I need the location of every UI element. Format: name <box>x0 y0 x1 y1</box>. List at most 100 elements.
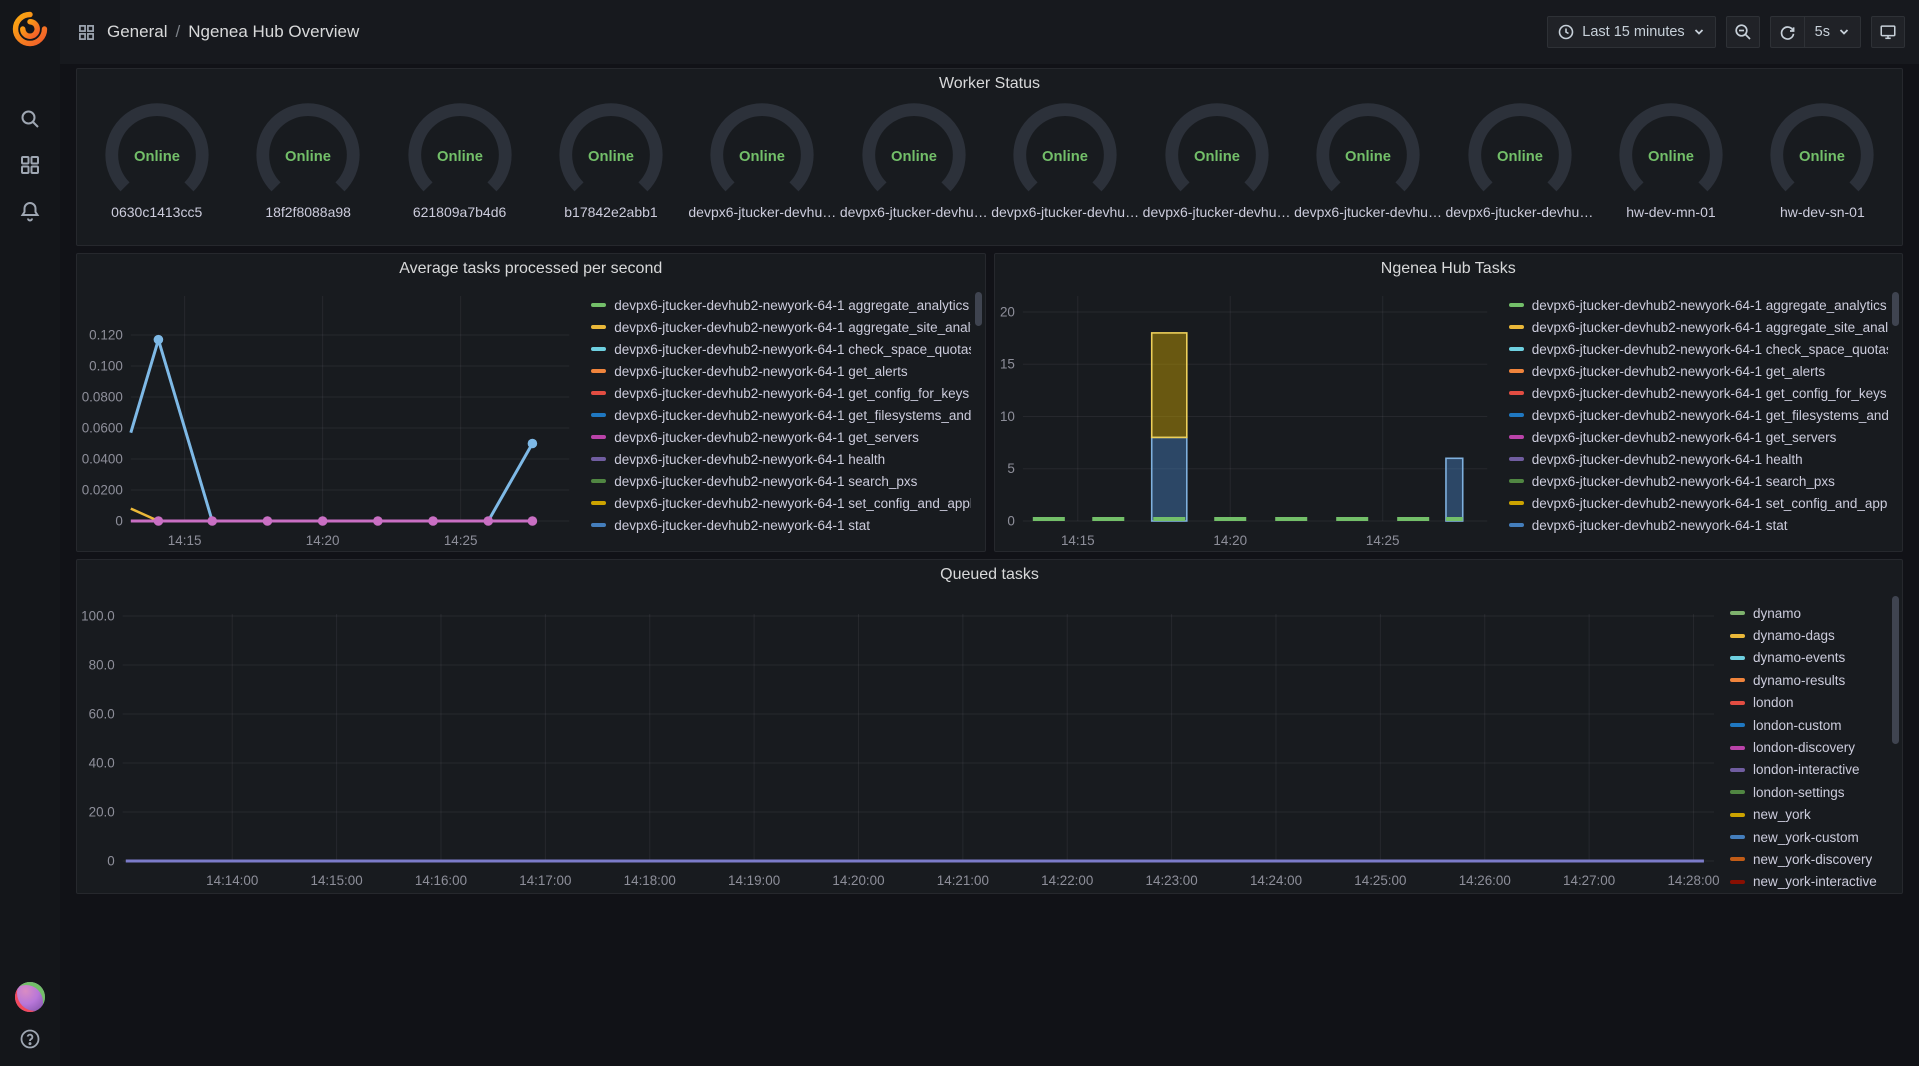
legend-label: london-discovery <box>1753 740 1855 755</box>
grafana-flame-icon <box>11 10 49 48</box>
legend-label: dynamo-results <box>1753 673 1845 688</box>
dashboards-grid-icon[interactable] <box>13 152 47 178</box>
legend-swatch <box>1730 701 1745 705</box>
cycle-view-button[interactable] <box>1871 16 1905 48</box>
worker-name: 18f2f8088a98 <box>265 204 351 220</box>
time-range-picker[interactable]: Last 15 minutes <box>1547 16 1715 48</box>
legend-item[interactable]: new_york-interactive <box>1730 871 1888 893</box>
legend-swatch <box>591 479 606 483</box>
search-icon[interactable] <box>13 106 47 132</box>
panel-title-avg-tasks[interactable]: Average tasks processed per second <box>77 254 985 284</box>
avg-tasks-chart: 0.1200.1000.08000.06000.04000.0200014:15… <box>77 284 585 553</box>
legend-item[interactable]: london-interactive <box>1730 759 1888 781</box>
breadcrumb-folder[interactable]: General <box>107 22 167 42</box>
legend-item[interactable]: devpx6-jtucker-devhub2-newyork-64-1 stat <box>591 514 970 536</box>
avatar-image <box>15 982 45 1012</box>
legend-label: devpx6-jtucker-devhub2-newyork-64-1 set_… <box>614 496 970 511</box>
legend-item[interactable]: dynamo <box>1730 602 1888 624</box>
legend-scrollbar[interactable] <box>975 290 982 547</box>
time-range-label: Last 15 minutes <box>1582 24 1684 40</box>
svg-text:14:15: 14:15 <box>168 533 202 548</box>
legend-item[interactable]: new_york <box>1730 804 1888 826</box>
legend-item[interactable]: london-custom <box>1730 714 1888 736</box>
gauge-arc: Online <box>1612 99 1730 203</box>
legend-item[interactable]: devpx6-jtucker-devhub2-newyork-64-1 aggr… <box>591 294 970 316</box>
legend-label: devpx6-jtucker-devhub2-newyork-64-1 chec… <box>614 342 970 357</box>
legend-swatch <box>1509 523 1524 527</box>
legend-scrollbar[interactable] <box>1892 290 1899 547</box>
worker-gauge: Online devpx6-jtucker-devhub2-… <box>1141 99 1292 220</box>
legend-item[interactable]: london-settings <box>1730 781 1888 803</box>
legend-item[interactable]: devpx6-jtucker-devhub2-newyork-64-1 get_… <box>591 426 970 448</box>
panel-queued-tasks: Queued tasks 100.080.060.040.020.0014:14… <box>76 559 1903 894</box>
legend-label: new_york-custom <box>1753 830 1859 845</box>
legend-item[interactable]: dynamo-results <box>1730 669 1888 691</box>
worker-name: b17842e2abb1 <box>564 204 657 220</box>
gauge-arc: Online <box>1158 99 1276 203</box>
legend-item[interactable]: devpx6-jtucker-devhub2-newyork-64-1 chec… <box>591 338 970 360</box>
gauge-status-label: Online <box>437 149 483 165</box>
user-avatar[interactable] <box>13 984 47 1010</box>
panel-title-hub-tasks[interactable]: Ngenea Hub Tasks <box>995 254 1903 284</box>
legend-item[interactable]: devpx6-jtucker-devhub2-newyork-64-1 chec… <box>1509 338 1888 360</box>
legend-item[interactable]: devpx6-jtucker-devhub2-newyork-64-1 get_… <box>1509 382 1888 404</box>
sidebar-bottom <box>13 984 47 1066</box>
gauge-status-label: Online <box>1194 149 1240 165</box>
svg-text:20.0: 20.0 <box>89 804 115 819</box>
breadcrumb-separator: / <box>175 22 180 42</box>
legend-item[interactable]: devpx6-jtucker-devhub2-newyork-64-1 aggr… <box>1509 294 1888 316</box>
legend-label: dynamo <box>1753 606 1801 621</box>
legend-item[interactable]: devpx6-jtucker-devhub2-newyork-64-1 set_… <box>591 492 970 514</box>
svg-text:14:18:00: 14:18:00 <box>624 873 676 888</box>
panel-worker-status: Worker Status Online 0630c1413cc5 Online… <box>76 68 1903 246</box>
svg-text:0.0800: 0.0800 <box>82 389 123 404</box>
legend-item[interactable]: dynamo-dags <box>1730 624 1888 646</box>
dashboard-grid-icon <box>78 24 95 41</box>
worker-gauge: Online devpx6-jtucker-devhub2-… <box>990 99 1141 220</box>
legend-item[interactable]: devpx6-jtucker-devhub2-newyork-64-1 get_… <box>591 360 970 382</box>
legend-item[interactable]: new_york-discovery <box>1730 848 1888 870</box>
legend-label: new_york <box>1753 807 1811 822</box>
grafana-logo[interactable] <box>9 8 51 50</box>
alerting-bell-icon[interactable] <box>13 198 47 224</box>
legend-label: london-custom <box>1753 718 1842 733</box>
legend-label: devpx6-jtucker-devhub2-newyork-64-1 get_… <box>1532 364 1825 379</box>
legend-item[interactable]: devpx6-jtucker-devhub2-newyork-64-1 stat <box>1509 514 1888 536</box>
legend-item[interactable]: devpx6-jtucker-devhub2-newyork-64-1 aggr… <box>1509 316 1888 338</box>
legend-swatch <box>1730 835 1745 839</box>
legend-item[interactable]: devpx6-jtucker-devhub2-newyork-64-1 set_… <box>1509 492 1888 514</box>
legend-item[interactable]: london-discovery <box>1730 736 1888 758</box>
legend-item[interactable]: devpx6-jtucker-devhub2-newyork-64-1 aggr… <box>591 316 970 338</box>
panel-title-worker-status[interactable]: Worker Status <box>77 69 1902 99</box>
legend-item[interactable]: devpx6-jtucker-devhub2-newyork-64-1 sear… <box>1509 470 1888 492</box>
legend-swatch <box>1509 413 1524 417</box>
legend-scrollbar[interactable] <box>1892 596 1899 889</box>
worker-gauge: Online 621809a7b4d6 <box>384 99 535 220</box>
help-icon[interactable] <box>13 1026 47 1052</box>
legend-item[interactable]: devpx6-jtucker-devhub2-newyork-64-1 get_… <box>1509 426 1888 448</box>
legend-item[interactable]: new_york-custom <box>1730 826 1888 848</box>
legend-item[interactable]: dynamo-events <box>1730 647 1888 669</box>
worker-gauge: Online hw-dev-mn-01 <box>1595 99 1746 220</box>
legend-item[interactable]: devpx6-jtucker-devhub2-newyork-64-1 get_… <box>1509 360 1888 382</box>
refresh-button[interactable] <box>1770 16 1804 48</box>
refresh-interval-label: 5s <box>1815 24 1830 40</box>
legend-swatch <box>1730 611 1745 615</box>
legend-item[interactable]: devpx6-jtucker-devhub2-newyork-64-1 get_… <box>1509 404 1888 426</box>
legend-item[interactable]: devpx6-jtucker-devhub2-newyork-64-1 heal… <box>1509 448 1888 470</box>
legend-item[interactable]: devpx6-jtucker-devhub2-newyork-64-1 get_… <box>591 382 970 404</box>
svg-text:80.0: 80.0 <box>89 657 115 672</box>
svg-text:14:15:00: 14:15:00 <box>311 873 363 888</box>
zoom-out-button[interactable] <box>1726 16 1760 48</box>
refresh-group: 5s <box>1770 16 1861 48</box>
legend-item[interactable]: devpx6-jtucker-devhub2-newyork-64-1 sear… <box>591 470 970 492</box>
legend-item[interactable]: devpx6-jtucker-devhub2-newyork-64-1 get_… <box>591 404 970 426</box>
gauge-status-label: Online <box>1042 149 1088 165</box>
legend-item[interactable]: london <box>1730 692 1888 714</box>
breadcrumb-page[interactable]: Ngenea Hub Overview <box>188 22 359 42</box>
legend-item[interactable]: devpx6-jtucker-devhub2-newyork-64-1 heal… <box>591 448 970 470</box>
legend-swatch <box>1730 678 1745 682</box>
refresh-interval-picker[interactable]: 5s <box>1804 16 1861 48</box>
svg-text:0: 0 <box>107 853 114 868</box>
panel-title-queued-tasks[interactable]: Queued tasks <box>77 560 1902 590</box>
